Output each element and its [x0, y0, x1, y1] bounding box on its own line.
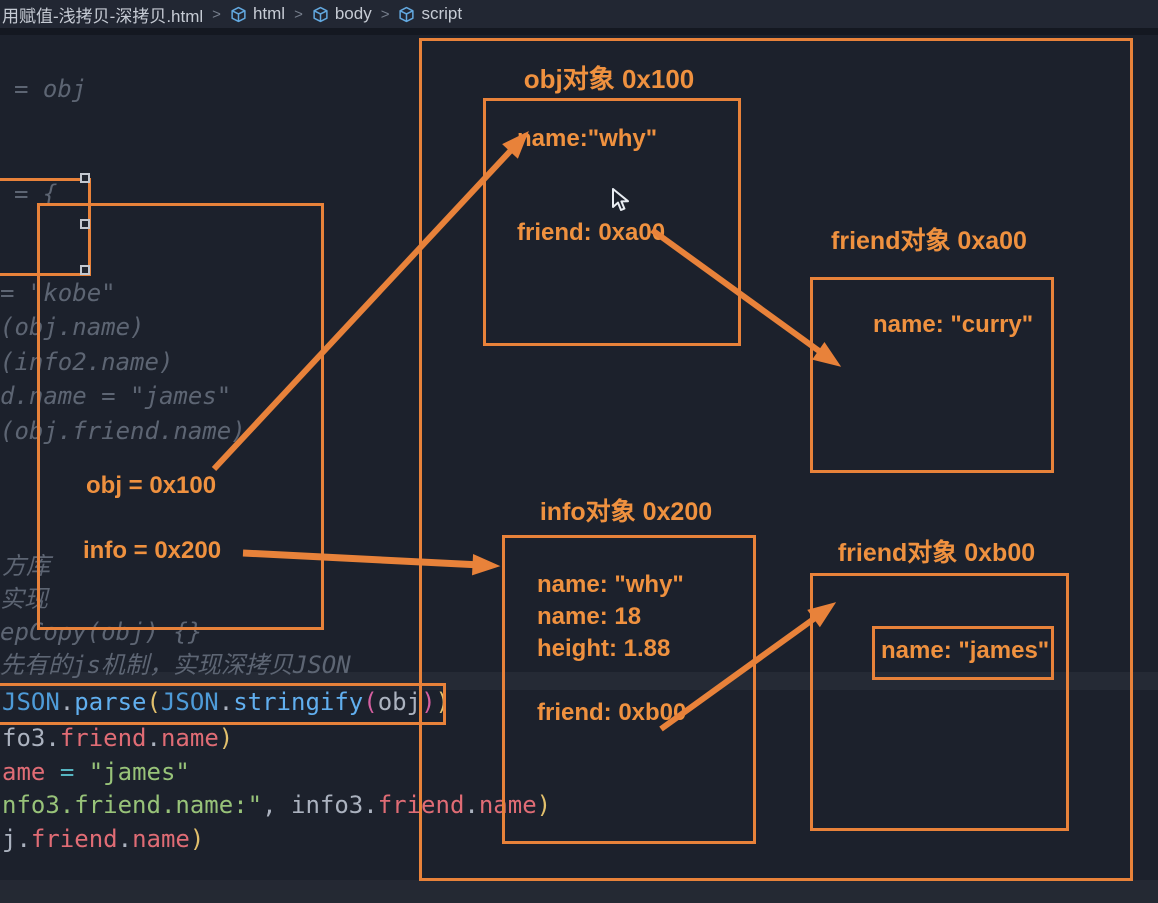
annotation-highlight-json-line [0, 683, 446, 725]
bottom-band [0, 880, 1158, 903]
info-age-line: name: 18 [537, 603, 641, 631]
info-height-line: height: 1.88 [537, 635, 670, 663]
obj-friend-line: friend: 0xa00 [517, 219, 665, 247]
code-line-log-info3: fo3.friend.name) [2, 723, 233, 753]
obj-box-title: obj对象 0x100 [483, 59, 735, 96]
friend-a-name-line: name: "curry" [873, 311, 1033, 339]
breadcrumb-shadow [0, 28, 1158, 35]
mouse-cursor [611, 188, 633, 219]
breadcrumb-item-script[interactable]: script [398, 4, 462, 24]
obj-name-line: name:"why" [517, 125, 657, 153]
code-line-log-obj-friend: j.friend.name) [2, 824, 204, 854]
friend-b-name-line: name: "james" [881, 637, 1049, 665]
annotation-stack-box [37, 203, 324, 630]
code-line-dim: = obj [14, 74, 86, 104]
breadcrumb: 用赋值-浅拷贝-深拷贝.html > html > body > script [0, 0, 1158, 28]
symbol-cube-icon [312, 6, 329, 23]
breadcrumb-item-html[interactable]: html [230, 4, 285, 24]
code-line-assign-james: ame = "james" [2, 757, 190, 787]
friend-a-box-title: friend对象 0xa00 [810, 221, 1048, 257]
code-line-dim: 先有的js机制，实现深拷贝JSON [0, 650, 351, 680]
info-name-line: name: "why" [537, 571, 684, 599]
breadcrumb-label: script [421, 4, 462, 24]
breadcrumb-item-body[interactable]: body [312, 4, 372, 24]
stack-info-pointer: info = 0x200 [83, 537, 221, 565]
breadcrumb-separator: > [294, 6, 303, 23]
breadcrumb-label: body [335, 4, 372, 24]
breadcrumb-separator: > [212, 6, 221, 23]
breadcrumb-separator: > [381, 6, 390, 23]
symbol-cube-icon [398, 6, 415, 23]
breadcrumb-file-label: 用赋值-浅拷贝-深拷贝.html [2, 2, 203, 27]
friend-b-box-title: friend对象 0xb00 [810, 533, 1063, 569]
stack-obj-pointer: obj = 0x100 [86, 472, 216, 500]
symbol-cube-icon [230, 6, 247, 23]
breadcrumb-label: html [253, 4, 285, 24]
friend-b-box [810, 573, 1069, 831]
friend-a-box [810, 277, 1054, 473]
info-friend-line: friend: 0xb00 [537, 699, 686, 727]
friend-b-inner-box: name: "james" [872, 626, 1054, 680]
info-box-title: info对象 0x200 [502, 492, 750, 528]
selection-handle[interactable] [80, 173, 90, 183]
breadcrumb-item-file[interactable]: 用赋值-浅拷贝-深拷贝.html [2, 2, 203, 27]
